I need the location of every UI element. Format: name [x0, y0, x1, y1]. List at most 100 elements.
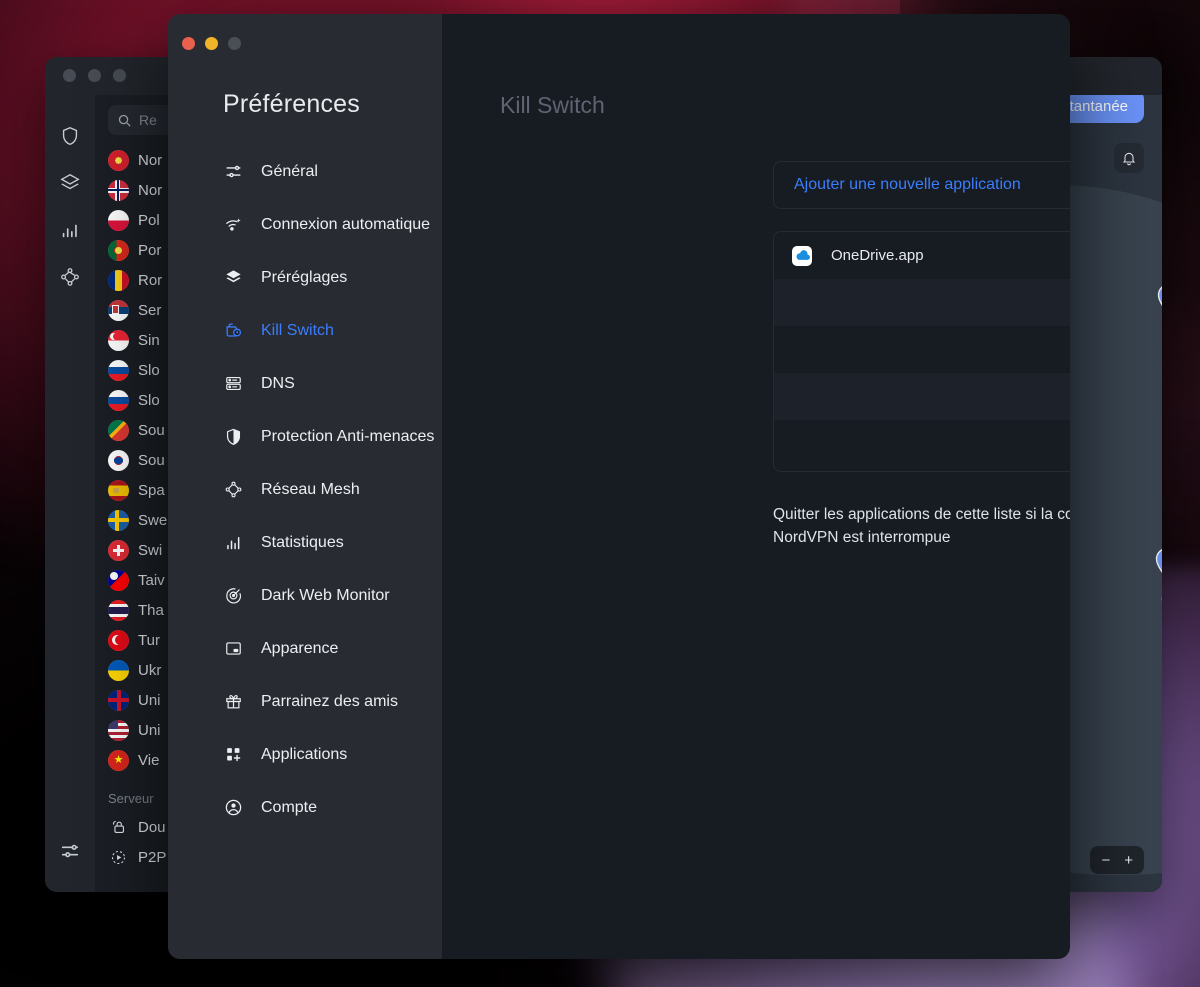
sidebar-item-parrainez-des-amis[interactable]: Parrainez des amis — [168, 691, 442, 723]
server-name: Sou — [138, 421, 165, 439]
server-name: Ror — [138, 271, 163, 289]
country-flag-icon — [108, 359, 129, 381]
server-name: Uni — [138, 721, 161, 739]
server-name: Slo — [138, 391, 160, 409]
country-flag-icon — [108, 539, 129, 561]
country-flag-icon — [108, 719, 129, 741]
server-name: Slo — [138, 361, 160, 379]
country-flag-icon — [108, 659, 129, 681]
sidebar-item-pr-r-glages[interactable]: Préréglages — [168, 267, 442, 299]
background-traffic-lights[interactable] — [63, 69, 126, 82]
app-rail[interactable] — [45, 95, 95, 892]
server-name: Ukr — [138, 661, 162, 679]
kill-switch-toggle-row[interactable]: Quitter les applications de cette liste … — [773, 503, 1070, 549]
double-vpn-icon — [108, 817, 129, 838]
table-row-empty — [774, 420, 1070, 467]
layers-icon[interactable] — [57, 170, 83, 196]
app-name: OneDrive.app — [831, 247, 924, 264]
sidebar-item-label: Général — [261, 163, 318, 180]
map-pin-icon[interactable] — [1156, 283, 1162, 316]
sidebar-item-dns[interactable]: DNS — [168, 373, 442, 405]
sidebar-item-protection-anti-menaces[interactable]: Protection Anti-menaces — [168, 426, 442, 458]
kill-switch-app-list[interactable]: OneDrive.app — [773, 231, 1070, 472]
page-title: Préférences — [223, 90, 360, 118]
content-heading: Kill Switch — [500, 92, 605, 118]
server-name: Sou — [138, 451, 165, 469]
sidebar-item-applications[interactable]: Applications — [168, 744, 442, 776]
map-pin-icon[interactable] — [1160, 587, 1162, 620]
sidebar-item-compte[interactable]: Compte — [168, 797, 442, 829]
sidebar-item-label: Kill Switch — [261, 322, 334, 339]
p2p-icon — [108, 847, 129, 868]
kill-switch-toggle-label: Quitter les applications de cette liste … — [773, 506, 1070, 546]
server-name: Swe — [138, 511, 168, 529]
preferences-window[interactable]: Préférences Général Connexion automatique… — [168, 14, 1070, 959]
country-flag-icon — [108, 689, 129, 711]
country-flag-icon — [108, 269, 129, 291]
map-pin-icon[interactable] — [1154, 547, 1162, 580]
country-flag-icon — [108, 599, 129, 621]
country-flag-icon — [108, 179, 129, 201]
country-flag-icon — [108, 419, 129, 441]
layers-icon — [223, 268, 243, 287]
map-zoom-controls[interactable]: − + — [1090, 846, 1144, 874]
country-flag-icon — [108, 629, 129, 651]
mesh-network-icon[interactable] — [57, 264, 83, 290]
shield-icon — [223, 427, 243, 446]
quick-connect-label: stantanée — [1062, 98, 1128, 115]
sidebar-item-statistiques[interactable]: Statistiques — [168, 532, 442, 564]
country-flag-icon — [108, 389, 129, 411]
zoom-out-button[interactable]: − — [1101, 852, 1110, 869]
window-traffic-lights[interactable] — [182, 37, 241, 50]
country-flag-icon — [108, 569, 129, 591]
table-row-empty — [774, 326, 1070, 373]
list-item-onedrive[interactable]: OneDrive.app — [774, 232, 1070, 279]
table-row-empty — [774, 373, 1070, 420]
server-name: Ser — [138, 301, 162, 319]
preferences-menu[interactable]: Général Connexion automatique Préréglages K… — [168, 161, 442, 829]
sliders-icon[interactable] — [57, 838, 83, 864]
sidebar-item-apparence[interactable]: Apparence — [168, 638, 442, 670]
server-name: Nor — [138, 181, 163, 199]
minimize-button[interactable] — [205, 37, 218, 50]
shield-icon[interactable] — [57, 123, 83, 149]
sidebar-item-label: Protection Anti-menaces — [261, 428, 435, 445]
preferences-sidebar[interactable]: Préférences Général Connexion automatique… — [168, 14, 442, 959]
target-icon — [223, 586, 243, 605]
server-name: Swi — [138, 541, 163, 559]
sidebar-item-label: Connexion automatique — [261, 216, 431, 233]
maximize-button[interactable] — [228, 37, 241, 50]
country-flag-icon — [108, 209, 129, 231]
sidebar-item-label: DNS — [261, 375, 295, 392]
mesh-network-icon — [223, 480, 243, 499]
dns-server-icon — [223, 374, 243, 393]
sidebar-item-kill-switch[interactable]: Kill Switch — [168, 320, 442, 352]
country-flag-icon — [108, 449, 129, 471]
onedrive-cloud-icon — [792, 245, 812, 266]
zoom-in-button[interactable]: + — [1124, 852, 1133, 869]
notifications-button[interactable] — [1114, 143, 1144, 173]
sidebar-item-dark-web-monitor[interactable]: Dark Web Monitor — [168, 585, 442, 617]
add-application-button[interactable]: Ajouter une nouvelle application — [773, 161, 1070, 209]
sidebar-item-r-seau-mesh[interactable]: Réseau Mesh — [168, 479, 442, 511]
search-placeholder: Re — [139, 112, 157, 128]
server-name: Nor — [138, 151, 163, 169]
sidebar-item-label: Compte — [261, 799, 318, 816]
country-flag-icon: ★ — [108, 749, 129, 771]
table-row-empty — [774, 279, 1070, 326]
server-name: Por — [138, 241, 162, 259]
list-item-label: P2P — [138, 848, 167, 866]
statistics-bars-icon[interactable] — [57, 217, 83, 243]
sidebar-item-label: Dark Web Monitor — [261, 587, 390, 604]
kill-switch-icon — [223, 321, 243, 340]
sidebar-item-label: Apparence — [261, 640, 339, 657]
sidebar-item-label: Préréglages — [261, 269, 348, 286]
gift-icon — [223, 692, 243, 711]
close-button[interactable] — [182, 37, 195, 50]
server-name: Sin — [138, 331, 160, 349]
sidebar-item-connexion-automatique[interactable]: Connexion automatique — [168, 214, 442, 246]
country-flag-icon — [108, 509, 129, 531]
apps-grid-icon — [223, 745, 243, 764]
country-flag-icon — [108, 149, 129, 171]
sidebar-item-g-n-ral[interactable]: Général — [168, 161, 442, 193]
